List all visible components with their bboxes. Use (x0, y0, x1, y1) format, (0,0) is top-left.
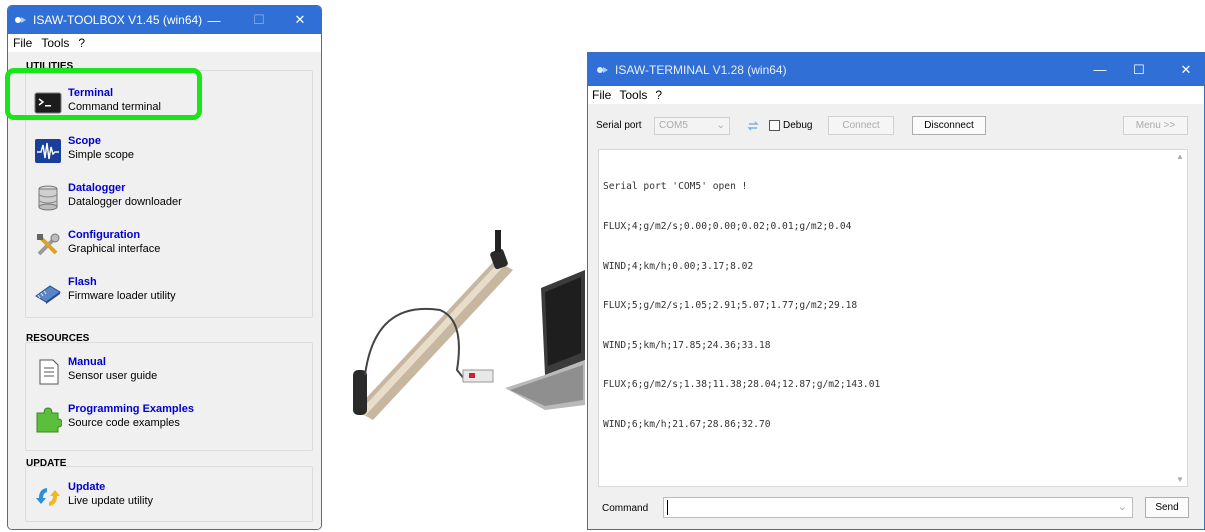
refresh-ports-icon[interactable] (746, 119, 760, 133)
tool-configuration[interactable]: Configuration Graphical interface (34, 229, 160, 259)
terminal-highlight-frame (5, 68, 202, 120)
output-line: FLUX;5;g/m2/s;1.05;2.91;5.07;1.77;g/m2;2… (603, 300, 858, 312)
output-lines: Serial port 'COM5' open ! FLUX;4;g/m2/s;… (603, 154, 880, 458)
terminal-output[interactable]: Serial port 'COM5' open ! FLUX;4;g/m2/s;… (598, 149, 1188, 487)
tool-manual-name: Manual (68, 356, 106, 368)
serial-port-label: Serial port (596, 120, 642, 131)
output-line: WIND;4;km/h;0.00;3.17;8.02 (603, 260, 754, 272)
puzzle-icon (36, 407, 62, 433)
menu-file[interactable]: File (13, 36, 32, 50)
terminal-close-button[interactable]: ✕ (1168, 53, 1204, 86)
debug-label: Debug (783, 120, 813, 131)
database-icon (38, 185, 58, 211)
disconnect-button[interactable]: Disconnect (912, 116, 986, 135)
tool-manual[interactable]: Manual Sensor user guide (34, 356, 157, 386)
output-line: Serial port 'COM5' open ! (603, 181, 748, 193)
serial-port-select[interactable]: COM5 ⌄ (654, 117, 730, 135)
tool-datalogger[interactable]: Datalogger Datalogger downloader (34, 182, 182, 212)
terminal-titlebar[interactable]: ISAW-TERMINAL V1.28 (win64) — ☐ ✕ (588, 53, 1204, 86)
menu-button[interactable]: Menu >> (1123, 116, 1188, 135)
tool-scope[interactable]: Scope Simple scope (34, 135, 134, 165)
toolbox-menubar: File Tools ? (8, 34, 321, 52)
tool-configuration-desc: Graphical interface (68, 243, 161, 255)
tool-programming-examples-desc: Source code examples (68, 417, 180, 429)
tool-scope-desc: Simple scope (68, 149, 135, 161)
toolbox-title: ISAW-TOOLBOX V1.45 (win64) (33, 13, 203, 27)
maximize-button[interactable]: ☐ (241, 6, 277, 34)
command-input[interactable]: ⌄ (663, 497, 1133, 518)
terminal-minimize-button[interactable]: — (1082, 53, 1118, 86)
send-button[interactable]: Send (1145, 497, 1189, 518)
tools-icon (37, 233, 60, 256)
terminal-menubar: File Tools ? (588, 86, 1204, 104)
resources-group: Manual Sensor user guide Programming Exa… (25, 342, 313, 451)
terminal-title: ISAW-TERMINAL V1.28 (win64) (615, 62, 787, 77)
scope-icon (35, 139, 61, 163)
tool-datalogger-name: Datalogger (68, 182, 126, 194)
refresh-icon (36, 488, 60, 506)
toolbox-body: UTILITIES Terminal Command terminal Scop… (8, 52, 321, 529)
scroll-down-icon[interactable]: ▼ (1176, 475, 1184, 484)
tool-programming-examples[interactable]: Programming Examples Source code example… (34, 403, 194, 433)
terminal-menu-tools[interactable]: Tools (619, 88, 647, 102)
tool-update[interactable]: Update Live update utility (34, 481, 153, 511)
output-line: WIND;5;km/h;17.85;24.36;33.18 (603, 339, 771, 351)
tool-scope-name: Scope (68, 135, 102, 147)
output-line: FLUX;4;g/m2/s;0.00;0.00;0.02;0.01;g/m2;0… (603, 221, 852, 233)
tool-flash-desc: Firmware loader utility (68, 290, 176, 302)
tool-update-desc: Live update utility (68, 495, 153, 507)
output-scrollbar[interactable]: ▲ ▼ (1173, 150, 1187, 486)
menu-tools[interactable]: Tools (41, 36, 69, 50)
tool-datalogger-desc: Datalogger downloader (68, 196, 182, 208)
connect-button[interactable]: Connect (828, 116, 894, 135)
tool-manual-desc: Sensor user guide (68, 370, 158, 382)
debug-checkbox[interactable] (769, 120, 780, 131)
output-line: FLUX;6;g/m2/s;1.38;11.38;28.04;12.87;g/m… (603, 379, 881, 391)
command-row: Command ⌄ Send (588, 495, 1204, 521)
tool-update-name: Update (68, 481, 106, 493)
command-history-chevron-icon[interactable]: ⌄ (1118, 500, 1127, 513)
command-label: Command (602, 503, 649, 514)
tool-flash-name: Flash (68, 276, 97, 288)
tool-configuration-name: Configuration (68, 229, 141, 241)
text-cursor (667, 500, 668, 515)
update-group: Update Live update utility (25, 466, 313, 522)
chip-icon (35, 285, 61, 304)
sensor-laptop-photo (353, 230, 585, 420)
serial-port-value: COM5 (659, 120, 688, 131)
chevron-down-icon: ⌄ (716, 120, 725, 131)
app-icon (15, 17, 26, 23)
terminal-menu-help[interactable]: ? (655, 88, 662, 102)
terminal-app-icon (597, 66, 608, 73)
close-button[interactable]: ✕ (282, 6, 318, 34)
terminal-window: ISAW-TERMINAL V1.28 (win64) — ☐ ✕ File T… (587, 52, 1205, 530)
document-icon (39, 359, 59, 385)
output-line: WIND;6;km/h;21.67;28.86;32.70 (603, 419, 771, 431)
tool-flash[interactable]: Flash Firmware loader utility (34, 276, 176, 306)
terminal-toolbar: Serial port COM5 ⌄ Debug Connect Disconn… (588, 115, 1204, 137)
minimize-button[interactable]: — (196, 6, 232, 34)
menu-help[interactable]: ? (78, 36, 85, 50)
terminal-menu-file[interactable]: File (592, 88, 611, 102)
scroll-up-icon[interactable]: ▲ (1176, 152, 1184, 161)
toolbox-titlebar[interactable]: ISAW-TOOLBOX V1.45 (win64) — ☐ ✕ (8, 6, 321, 34)
terminal-maximize-button[interactable]: ☐ (1121, 53, 1157, 86)
tool-programming-examples-name: Programming Examples (68, 403, 194, 415)
